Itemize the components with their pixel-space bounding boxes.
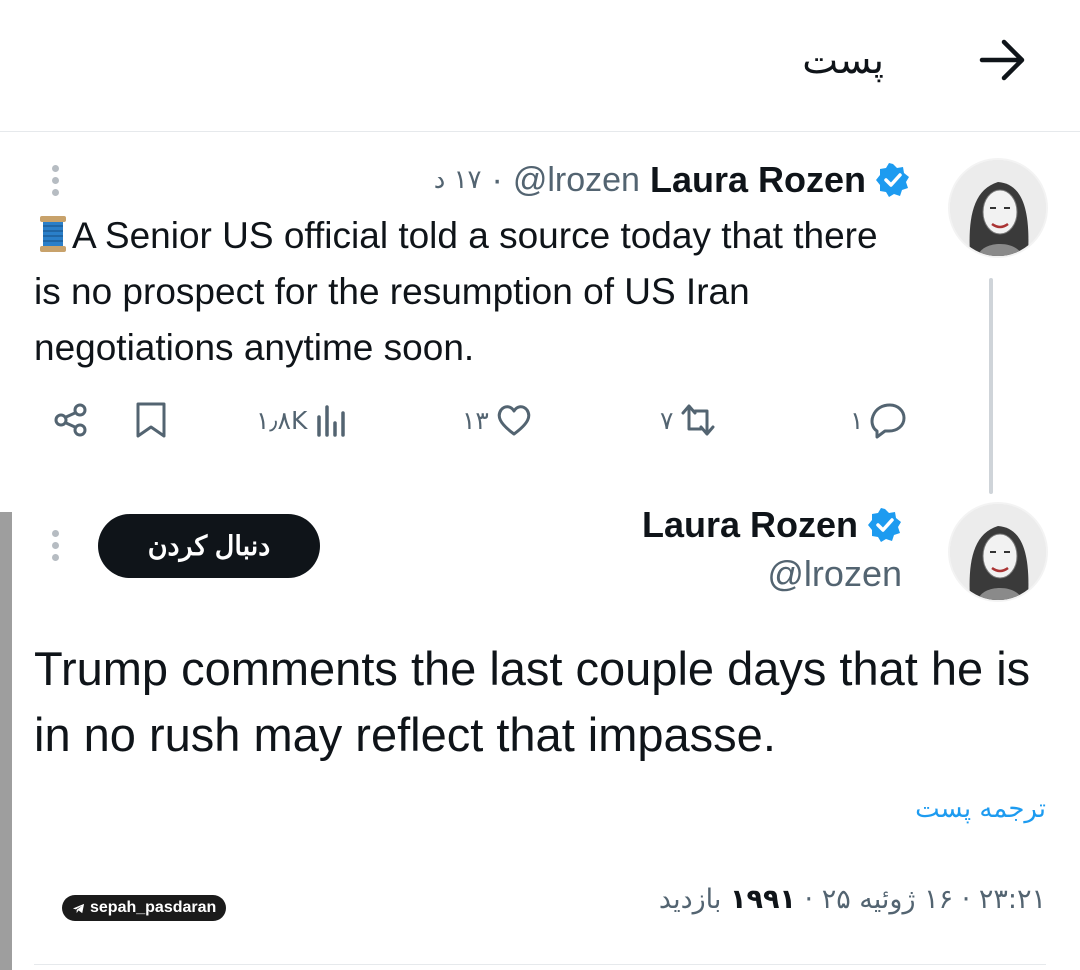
bookmark-button[interactable]: [132, 396, 170, 444]
more-options-icon[interactable]: [49, 530, 61, 566]
verified-badge-icon: [868, 508, 902, 542]
thread-connector-line: [989, 278, 993, 494]
views-count: ۱٫۸K: [256, 405, 308, 435]
spool-of-thread-icon: [34, 214, 72, 254]
tweet-date[interactable]: ۱۶ ژوئیه ۲۵: [822, 884, 953, 915]
tweet-time: ۱۷ د: [433, 165, 482, 195]
separator-dot: ·: [804, 884, 814, 915]
share-button[interactable]: [52, 396, 90, 444]
tweet-timestamp: ۲۳:۲۱ · ۱۶ ژوئیه ۲۵ · ۱۹۹۱ بازدید: [659, 884, 1046, 915]
telegram-icon: [72, 903, 85, 913]
avatar[interactable]: [948, 502, 1048, 602]
bottom-divider: [34, 964, 1046, 965]
author-name[interactable]: Laura Rozen: [650, 159, 866, 201]
reply-bubble-icon: [871, 403, 906, 439]
main-tweet-text: Trump comments the last couple days that…: [34, 642, 1031, 761]
tweet-text: A Senior US official told a source today…: [34, 208, 914, 376]
author-name[interactable]: Laura Rozen: [642, 504, 858, 546]
separator-dot: ·: [961, 884, 971, 915]
views-count: ۱۹۹۱: [729, 884, 796, 915]
reply-count: ۱: [850, 405, 864, 435]
reply-button[interactable]: ۱: [850, 396, 907, 444]
tweet-text-content: A Senior US official told a source today…: [34, 215, 878, 368]
views-button[interactable]: ۱٫۸K: [256, 396, 351, 444]
like-button[interactable]: ۱۳: [462, 396, 533, 444]
heart-icon: [497, 405, 531, 436]
tweet-header: ۱۷ د · @lrozen Laura Rozen: [434, 156, 910, 204]
header-divider: [0, 131, 1080, 132]
views-chart-icon: [317, 405, 346, 437]
page-title: پست: [802, 38, 884, 82]
more-options-icon[interactable]: [49, 165, 61, 201]
share-icon: [54, 403, 87, 437]
follow-button[interactable]: دنبال کردن: [98, 514, 320, 578]
retweet-button[interactable]: ۷: [660, 396, 717, 444]
retweet-count: ۷: [660, 405, 674, 435]
verified-badge-icon: [876, 163, 910, 197]
views-label: بازدید: [658, 884, 722, 915]
back-arrow-icon[interactable]: [978, 38, 1028, 82]
translate-post-link[interactable]: ترجمه پست: [915, 794, 1046, 824]
main-tweet-author: Laura Rozen: [642, 504, 902, 546]
avatar[interactable]: [948, 158, 1048, 258]
separator-dot: ·: [491, 160, 503, 199]
scroll-edge-bar: [0, 512, 12, 970]
like-count: ۱۳: [462, 405, 489, 435]
bookmark-icon: [136, 402, 166, 438]
retweet-icon: [681, 404, 715, 436]
author-handle[interactable]: @lrozen: [767, 553, 902, 595]
watermark-text: sepah_pasdaran: [90, 899, 217, 916]
tweet-time[interactable]: ۲۳:۲۱: [979, 884, 1046, 915]
author-handle[interactable]: @lrozen: [513, 161, 640, 200]
watermark-badge: sepah_pasdaran: [62, 895, 227, 921]
